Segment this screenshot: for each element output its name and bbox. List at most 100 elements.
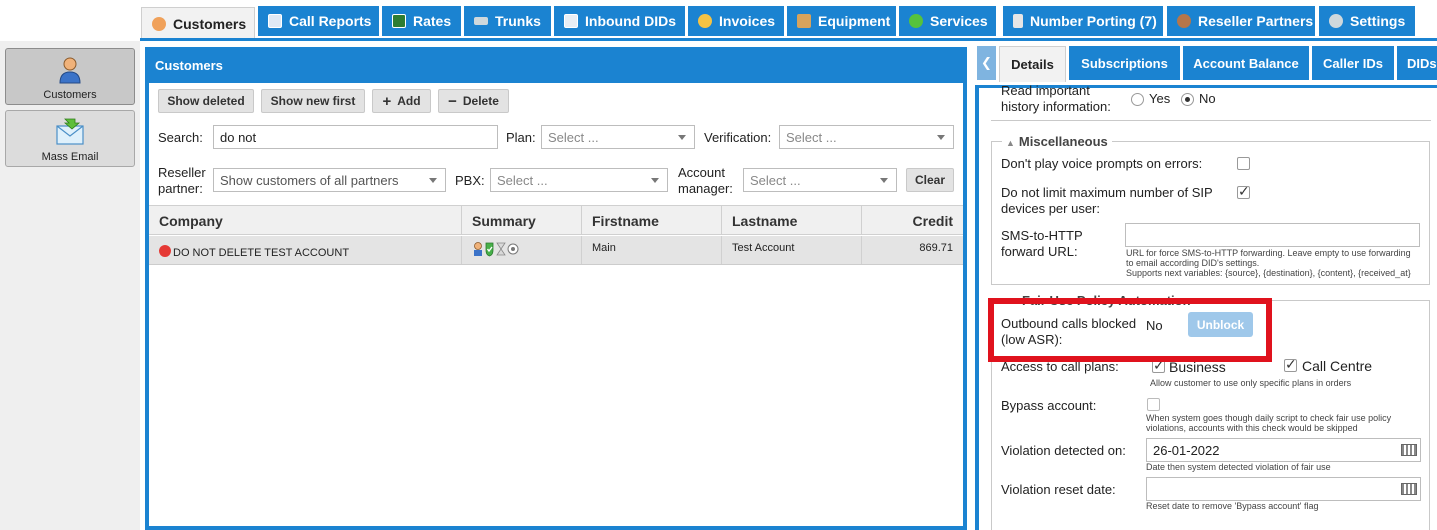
- label-line: history information:: [1001, 99, 1111, 114]
- trunk-icon: [474, 17, 488, 25]
- tab-caller-ids[interactable]: Caller IDs: [1312, 46, 1394, 80]
- pbx-select[interactable]: Select ...: [490, 168, 668, 192]
- summary-icons: [474, 242, 519, 257]
- tab-details[interactable]: Details: [999, 46, 1066, 82]
- tab-account-balance[interactable]: Account Balance: [1183, 46, 1309, 80]
- delete-button[interactable]: − Delete: [438, 89, 509, 113]
- cell-company: DO NOT DELETE TEST ACCOUNT: [149, 236, 462, 264]
- show-new-first-button[interactable]: Show new first: [261, 89, 365, 113]
- sidebar-item-label: Customers: [43, 89, 97, 101]
- calendar-icon[interactable]: [1401, 483, 1417, 495]
- tabs-scroll-left-button[interactable]: ❮: [977, 46, 996, 80]
- read-history-no-radio[interactable]: [1181, 93, 1194, 106]
- collapse-icon: ▲: [1006, 138, 1015, 148]
- cell-credit: 869.71: [919, 242, 953, 254]
- tab-label: Call Reports: [289, 13, 372, 29]
- search-input[interactable]: do not: [213, 125, 498, 149]
- company-name: DO NOT DELETE TEST ACCOUNT: [173, 247, 350, 259]
- sms-forward-url-input[interactable]: [1125, 223, 1420, 247]
- coins-icon: [698, 14, 712, 28]
- plan-call-centre-checkbox[interactable]: [1284, 356, 1297, 373]
- tab-label: Invoices: [719, 13, 776, 29]
- column-company[interactable]: Company: [149, 206, 462, 235]
- email-icon: [56, 118, 84, 145]
- user-icon: [1177, 14, 1191, 28]
- box-icon: [797, 14, 811, 28]
- tab-call-reports[interactable]: Call Reports: [258, 6, 379, 36]
- tab-dids[interactable]: DIDs: [1397, 46, 1437, 80]
- legend-text: Miscellaneous: [1018, 134, 1108, 149]
- column-lastname[interactable]: Lastname: [722, 206, 862, 235]
- tab-subscriptions[interactable]: Subscriptions: [1069, 46, 1180, 80]
- plan-select[interactable]: Select ...: [541, 125, 695, 149]
- panel-title: Customers: [145, 47, 967, 83]
- violation-reset-hint: Reset date to remove 'Bypass account' fl…: [1146, 501, 1319, 511]
- calendar-icon[interactable]: [1401, 444, 1417, 456]
- tab-customers[interactable]: Customers: [141, 7, 255, 40]
- tab-reseller-partners[interactable]: Reseller Partners: [1167, 6, 1315, 36]
- tab-number-porting[interactable]: Number Porting (7): [1003, 6, 1163, 36]
- gear-icon: [1329, 14, 1343, 28]
- phone-icon: [1013, 14, 1023, 28]
- hint-line: URL for force SMS-to-HTTP forwarding. Le…: [1126, 248, 1411, 258]
- account-manager-label: Account manager:: [678, 165, 733, 197]
- tab-inbound-dids[interactable]: Inbound DIDs: [554, 6, 685, 36]
- tab-trunks[interactable]: Trunks: [464, 6, 551, 36]
- violation-reset-input[interactable]: [1146, 477, 1421, 501]
- cell-lastname: Test Account: [722, 236, 862, 264]
- cell-firstname: Main: [582, 236, 722, 264]
- plus-icon: +: [382, 92, 392, 110]
- plan-call-centre-label: Call Centre: [1302, 358, 1373, 374]
- clear-button[interactable]: Clear: [906, 168, 954, 192]
- tab-rates[interactable]: Rates: [382, 6, 461, 36]
- read-history-label: Read important history information:: [1001, 84, 1111, 118]
- user-icon: [474, 242, 482, 250]
- violation-reset-label: Violation reset date:: [1001, 482, 1116, 497]
- tab-settings[interactable]: Settings: [1319, 6, 1415, 36]
- call-plans-hint: Allow customer to use only specific plan…: [1150, 378, 1352, 388]
- miscellaneous-legend[interactable]: ▲ Miscellaneous: [1002, 134, 1112, 149]
- tab-invoices[interactable]: Invoices: [688, 6, 784, 36]
- verification-label: Verification:: [704, 130, 772, 145]
- verification-select[interactable]: Select ...: [779, 125, 954, 149]
- column-summary[interactable]: Summary: [462, 206, 582, 235]
- grid-header: Company Summary Firstname Lastname Credi…: [149, 205, 963, 235]
- show-deleted-button[interactable]: Show deleted: [158, 89, 254, 113]
- report-icon: [268, 14, 282, 28]
- read-history-yes-radio[interactable]: [1131, 93, 1144, 106]
- label-line: Reseller: [158, 165, 206, 180]
- reseller-select[interactable]: Show customers of all partners: [213, 168, 446, 192]
- plan-label: Plan:: [506, 130, 536, 145]
- tab-equipment[interactable]: Equipment: [787, 6, 896, 36]
- highlight-box: [988, 298, 1272, 362]
- sms-forward-label: SMS-to-HTTP forward URL:: [1001, 228, 1083, 260]
- tab-label: Customers: [173, 16, 247, 32]
- button-label: Add: [397, 94, 421, 108]
- button-label: Delete: [462, 94, 499, 108]
- tab-label: Services: [930, 13, 988, 29]
- top-navigation: Customers Call Reports Rates Trunks Inbo…: [0, 0, 1437, 40]
- cell-summary: [462, 236, 582, 264]
- account-manager-select[interactable]: Select ...: [743, 168, 897, 192]
- column-credit[interactable]: Credit: [862, 206, 963, 235]
- tab-services[interactable]: Services: [899, 6, 996, 36]
- table-row[interactable]: DO NOT DELETE TEST ACCOUNT Main Test Acc…: [149, 236, 963, 265]
- violation-detected-input[interactable]: 26-01-2022: [1146, 438, 1421, 462]
- voice-prompts-checkbox[interactable]: [1237, 157, 1250, 170]
- sidebar-item-mass-email[interactable]: Mass Email: [5, 110, 135, 167]
- label-line: Account: [678, 165, 725, 180]
- sip-limit-checkbox[interactable]: [1237, 183, 1250, 200]
- reseller-label: Reseller partner:: [158, 165, 206, 197]
- app-root: Customers Call Reports Rates Trunks Inbo…: [0, 0, 1437, 530]
- bypass-hint: When system goes though daily script to …: [1146, 413, 1391, 433]
- tab-label: Reseller Partners: [1198, 13, 1314, 29]
- status-red-icon: [159, 245, 171, 257]
- add-button[interactable]: + Add: [372, 89, 431, 113]
- label-line: manager:: [678, 181, 733, 196]
- sidebar-item-label: Mass Email: [41, 151, 99, 163]
- minus-icon: −: [448, 92, 457, 110]
- sidebar-item-customers[interactable]: Customers: [5, 48, 135, 105]
- label-line: devices per user:: [1001, 201, 1100, 216]
- column-firstname[interactable]: Firstname: [582, 206, 722, 235]
- bypass-checkbox[interactable]: [1147, 398, 1160, 411]
